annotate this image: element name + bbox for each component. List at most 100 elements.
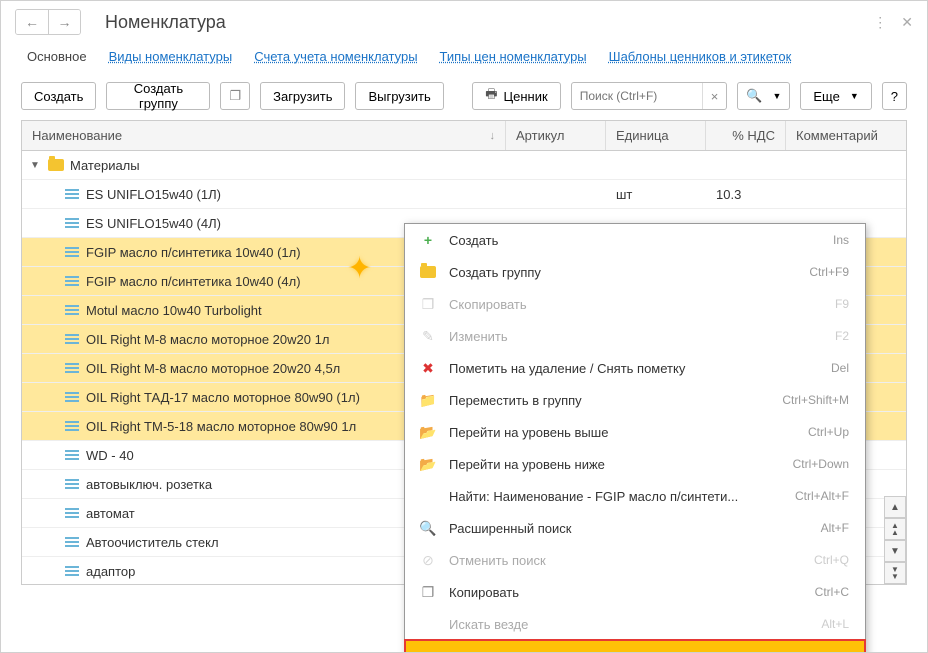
tree-toggle-icon[interactable]: ▼ — [30, 160, 42, 171]
create-button[interactable]: Создать — [21, 82, 96, 110]
table-row[interactable]: ES UNIFLO15w40 (1Л) шт10.3 — [22, 180, 906, 209]
context-menu-item[interactable]: Создать группуCtrl+F9 — [405, 256, 865, 288]
context-menu-shortcut: Del — [831, 361, 849, 375]
folder-plus-icon — [417, 266, 439, 278]
plus-icon: + — [417, 232, 439, 248]
cell-art — [506, 151, 606, 179]
row-label: автовыключ. розетка — [86, 477, 212, 492]
context-menu-label: Найти: Наименование - FGIP масло п/синте… — [449, 489, 795, 504]
context-menu-item[interactable]: Найти: Наименование - FGIP масло п/синте… — [405, 480, 865, 512]
titlebar: ← → Номенклатура ⋮ ✕ — [1, 1, 927, 39]
scroll-down-button[interactable]: ▼ — [884, 540, 906, 562]
nav-tabs: Основное Виды номенклатуры Счета учета н… — [1, 39, 927, 76]
search-dropdown-button[interactable]: 🔍▼ — [737, 82, 790, 110]
col-vat[interactable]: % НДС — [706, 121, 786, 150]
load-button[interactable]: Загрузить — [260, 82, 345, 110]
row-label: Автоочиститель стекл — [86, 535, 219, 550]
col-name[interactable]: Наименование↓ — [22, 121, 506, 150]
item-icon — [65, 251, 79, 253]
context-menu-item[interactable]: 📁Переместить в группуCtrl+Shift+M — [405, 384, 865, 416]
cell-comment — [786, 180, 906, 208]
cell-name: ▼Материалы — [22, 151, 506, 179]
tab-accounts[interactable]: Счета учета номенклатуры — [254, 49, 417, 64]
chevron-down-icon: ▼ — [850, 91, 859, 101]
price-tag-button[interactable]: 🖶Ценник — [472, 82, 560, 110]
context-menu-shortcut: Ctrl+Alt+F — [795, 489, 849, 503]
copy-item-button[interactable]: ❐ — [220, 82, 250, 110]
trash-icon: ✖ — [417, 360, 439, 377]
forward-button[interactable]: → — [48, 10, 80, 34]
context-menu-item[interactable]: ❐КопироватьCtrl+C — [405, 576, 865, 608]
cell-comment — [786, 151, 906, 179]
col-article[interactable]: Артикул — [506, 121, 606, 150]
cell-vat: 10.3 — [706, 180, 786, 208]
cell-art — [506, 180, 606, 208]
context-menu-label: Расширенный поиск — [449, 521, 821, 536]
price-tag-label: Ценник — [504, 89, 548, 104]
row-label: автомат — [86, 506, 135, 521]
col-comment[interactable]: Комментарий — [786, 121, 906, 150]
tab-price-types[interactable]: Типы цен номенклатуры — [440, 49, 587, 64]
scroll-buttons: ▲ ▲▲ ▼ ▼▼ — [884, 496, 906, 584]
context-menu-shortcut: Ctrl+Up — [808, 425, 849, 439]
sort-down-icon: ↓ — [490, 130, 496, 142]
context-menu-shortcut: Ctrl+Q — [814, 553, 849, 567]
context-menu-label: Создать — [449, 233, 833, 248]
context-menu-shortcut: F9 — [835, 297, 849, 311]
context-menu-item: ⊘Отменить поискCtrl+Q — [405, 544, 865, 576]
item-icon — [65, 396, 79, 398]
close-icon[interactable]: ✕ — [901, 14, 913, 31]
search-box: × — [571, 82, 728, 110]
context-menu-item[interactable]: 🔍Расширенный поискAlt+F — [405, 512, 865, 544]
context-menu-item[interactable]: +СоздатьIns — [405, 224, 865, 256]
row-label: OIL Right ТМ-5-18 масло моторное 80w90 1… — [86, 419, 356, 434]
row-label: Motul масло 10w40 Turbolight — [86, 303, 262, 318]
scroll-up2-button[interactable]: ▲▲ — [884, 518, 906, 540]
context-menu-item[interactable]: ✖Пометить на удаление / Снять пометкуDel — [405, 352, 865, 384]
context-menu-item[interactable]: Изменить выделенные... — [405, 640, 865, 653]
create-group-button[interactable]: Создать группу — [106, 82, 210, 110]
cell-vat — [706, 151, 786, 179]
search-clear-icon[interactable]: × — [702, 83, 727, 109]
tab-templates[interactable]: Шаблоны ценников и этикеток — [609, 49, 792, 64]
context-menu-shortcut: Ctrl+C — [815, 585, 849, 599]
cell-unit: шт — [606, 180, 706, 208]
chevron-down-icon: ▼ — [772, 91, 781, 101]
scroll-down2-button[interactable]: ▼▼ — [884, 562, 906, 584]
context-menu-shortcut: Alt+L — [821, 617, 849, 631]
more-button[interactable]: Еще▼ — [800, 82, 871, 110]
menu-dots-icon[interactable]: ⋮ — [873, 14, 887, 31]
context-menu-item: ✎ИзменитьF2 — [405, 320, 865, 352]
item-icon — [65, 512, 79, 514]
tab-types[interactable]: Виды номенклатуры — [109, 49, 233, 64]
row-label: OIL Right ТАД-17 масло моторное 80w90 (1… — [86, 390, 360, 405]
context-menu-label: Перейти на уровень выше — [449, 425, 808, 440]
table-row[interactable]: ▼Материалы — [22, 151, 906, 180]
unload-button[interactable]: Выгрузить — [355, 82, 443, 110]
row-label: ES UNIFLO15w40 (4Л) — [86, 216, 221, 231]
context-menu-shortcut: F2 — [835, 329, 849, 343]
help-button[interactable]: ? — [882, 82, 907, 110]
scroll-up-button[interactable]: ▲ — [884, 496, 906, 518]
pencil-icon: ✎ — [417, 328, 439, 345]
pages-icon: ❐ — [417, 584, 439, 601]
row-label: адаптор — [86, 564, 135, 579]
tab-main[interactable]: Основное — [27, 49, 87, 64]
row-label: OIL Right М-8 масло моторное 20w20 1л — [86, 332, 329, 347]
cell-name: ES UNIFLO15w40 (1Л) — [22, 180, 506, 208]
table-header: Наименование↓ Артикул Единица % НДС Комм… — [22, 121, 906, 151]
copy-icon: ❐ — [229, 88, 241, 104]
context-menu-label: Создать группу — [449, 265, 809, 280]
item-icon — [65, 425, 79, 427]
row-label: FGIP масло п/синтетика 10w40 (1л) — [86, 245, 301, 260]
context-menu: +СоздатьInsСоздать группуCtrl+F9❐Скопиро… — [404, 223, 866, 653]
col-unit[interactable]: Единица — [606, 121, 706, 150]
row-label: OIL Right М-8 масло моторное 20w20 4,5л — [86, 361, 340, 376]
context-menu-item[interactable]: 📂Перейти на уровень нижеCtrl+Down — [405, 448, 865, 480]
move-icon: 📁 — [417, 392, 439, 409]
cancel-icon: ⊘ — [417, 552, 439, 569]
context-menu-item[interactable]: 📂Перейти на уровень вышеCtrl+Up — [405, 416, 865, 448]
item-icon — [65, 454, 79, 456]
back-button[interactable]: ← — [16, 10, 48, 34]
search-input[interactable] — [572, 85, 702, 107]
